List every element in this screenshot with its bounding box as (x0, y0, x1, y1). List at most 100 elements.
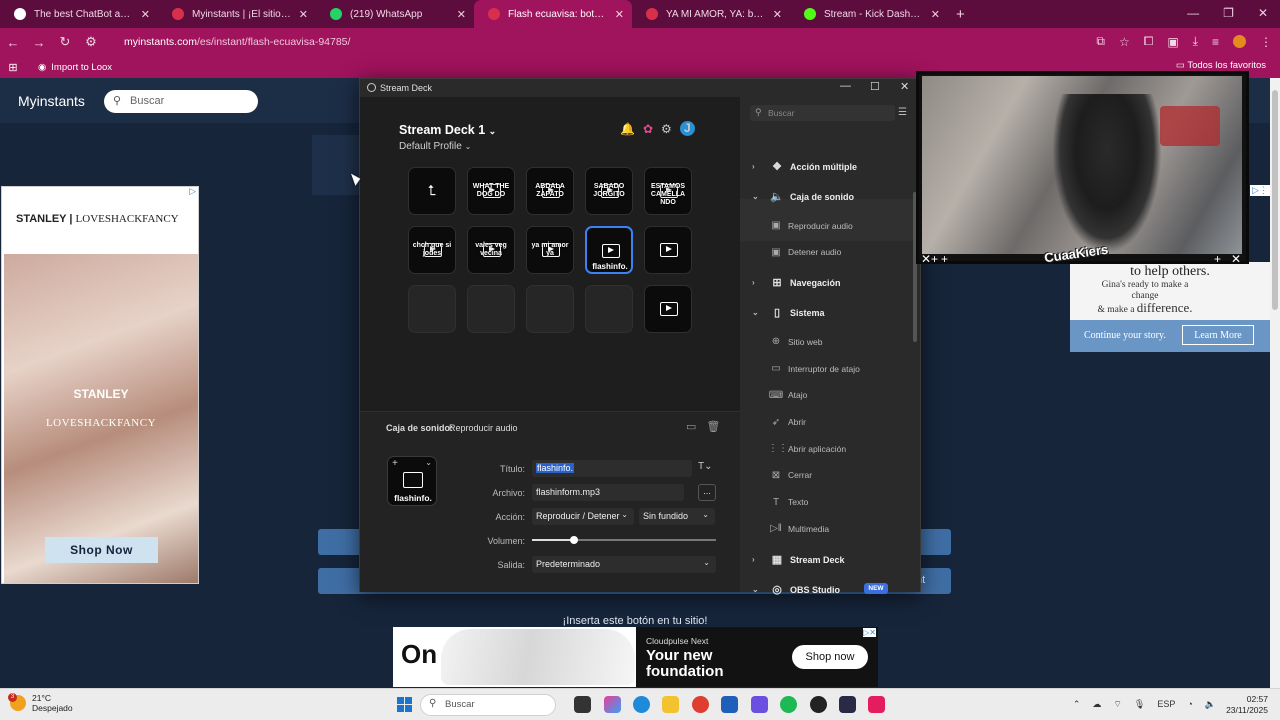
onedrive-icon[interactable]: ☁ (1092, 699, 1101, 710)
menu-icon[interactable]: ⋮ (1260, 35, 1272, 49)
sidebar-category[interactable]: › ⊞ Navegación (752, 276, 841, 289)
empty-key-slot[interactable] (467, 285, 515, 333)
bookmark-import-loox[interactable]: ◉ Import to Loox (38, 62, 112, 73)
close-icon[interactable]: ✕ (299, 8, 308, 21)
obs-icon[interactable] (810, 696, 827, 713)
apps-icon[interactable]: ⊞ (0, 61, 26, 74)
shop-now-button[interactable]: Shop now (792, 645, 868, 669)
sidebar-action-item[interactable]: ▭ Interruptor de atajo (768, 363, 860, 374)
profile-selector[interactable]: Default Profile ⌄ (399, 141, 471, 152)
all-bookmarks[interactable]: ▭ Todos los favoritos (1176, 60, 1266, 71)
sidebar-action-item[interactable]: ⊕ Sitio web (768, 336, 823, 347)
browser-tab[interactable]: The best ChatBot and Widgets ✕ (0, 0, 158, 28)
spotify-icon[interactable] (780, 696, 797, 713)
marketplace-icon[interactable]: ✿ (643, 122, 653, 136)
shop-now-button[interactable]: Shop Now (45, 537, 158, 563)
store-icon[interactable] (721, 696, 738, 713)
key-preview[interactable]: + ⌄ flashinfo. (387, 456, 437, 506)
profile-avatar[interactable] (1233, 35, 1246, 48)
ad-choices-icon[interactable]: ▷ (189, 186, 196, 197)
sound-key[interactable]: WHAT THE DOG DO (467, 167, 515, 215)
minimize-icon[interactable]: — (840, 80, 851, 92)
wifi-icon[interactable]: ◔ (1187, 699, 1192, 710)
sidebar-action-item[interactable]: ▣ Detener audio (768, 247, 841, 258)
chevron-down-icon[interactable]: ⌄ (425, 458, 432, 467)
new-tab-icon[interactable]: + (956, 6, 965, 23)
site-search-input[interactable]: ⚲ Buscar (104, 90, 258, 113)
browser-tab[interactable]: Flash ecuavisa: botón de efecto ✕ (474, 0, 632, 28)
sidebar-category[interactable]: › ❖ Acción múltiple (752, 160, 857, 173)
file-explorer-icon[interactable] (662, 696, 679, 713)
sound-button-area[interactable] (312, 135, 360, 195)
star-icon[interactable]: ☆ (1119, 35, 1130, 49)
minimize-icon[interactable]: — (1187, 6, 1199, 20)
sidebar-category[interactable]: ⌄ ◎ OBS Studio (752, 583, 840, 596)
start-button[interactable] (397, 697, 412, 712)
browser-tab[interactable]: Myinstants | ¡El sitio web de bo ✕ (158, 0, 316, 28)
stream-deck-taskbar-icon[interactable] (839, 696, 856, 713)
scrollbar-thumb[interactable] (1272, 90, 1278, 310)
download-icon[interactable]: ⤓ (1193, 34, 1198, 49)
sidebar-action-item[interactable]: ⌨ Atajo (768, 390, 808, 401)
taskbar-search[interactable]: ⚲ Buscar (420, 694, 556, 716)
chevron-up-icon[interactable]: ⌃ (1073, 699, 1081, 710)
trash-icon[interactable]: 🗑 (706, 420, 720, 433)
plus-icon[interactable]: + (392, 458, 398, 469)
title-field[interactable]: flashinfo. (532, 460, 692, 477)
file-field[interactable]: flashinform.mp3 (532, 484, 684, 501)
tiktok-icon[interactable] (868, 696, 885, 713)
text-format-icon[interactable]: T⌄ (698, 461, 713, 472)
close-icon[interactable]: ✕ (900, 80, 909, 93)
sidebar-category[interactable]: › ▦ Stream Deck (752, 553, 845, 566)
back-key[interactable]: ⮤ (408, 167, 456, 215)
close-icon[interactable]: ✕ (773, 8, 782, 21)
edge-icon[interactable] (633, 696, 650, 713)
site-logo[interactable]: Myinstants (18, 93, 85, 109)
close-icon[interactable]: ✕ (141, 8, 150, 21)
ad-choices-icon[interactable]: ▷✕ (863, 628, 876, 637)
ad-bottom[interactable]: On Cloudpulse Next Your new foundation Sh… (393, 627, 878, 687)
sidebar-category[interactable]: ⌄ 🔈 Caja de sonido (752, 190, 854, 203)
volume-icon[interactable]: 🔈 (1205, 699, 1216, 710)
gear-icon[interactable]: ⚙ (661, 122, 672, 136)
clock[interactable]: 02:57 23/11/2025 (1226, 694, 1268, 716)
copilot-icon[interactable] (604, 696, 621, 713)
sidebar-action-item[interactable]: ⊠ Cerrar (768, 470, 812, 481)
close-icon[interactable]: ✕ (615, 8, 624, 21)
sidebar-action-item[interactable]: ▣ Reproducir audio (768, 220, 852, 231)
network-icon[interactable]: ⌔ (1113, 699, 1121, 710)
task-view-icon[interactable] (574, 696, 591, 713)
output-select[interactable]: Predeterminado ⌄ (532, 556, 716, 573)
sound-key[interactable]: vales veg vecina (467, 226, 515, 274)
url-field[interactable]: myinstants.com/es/instant/flash-ecuavisa… (124, 36, 350, 48)
browser-tab[interactable]: (219) WhatsApp ✕ (316, 0, 474, 28)
browse-button[interactable]: ... (698, 484, 716, 501)
sound-key[interactable] (644, 285, 692, 333)
sidebar-category[interactable]: ⌄ ▯ Sistema (752, 306, 825, 319)
volume-slider[interactable] (532, 536, 716, 544)
close-icon[interactable]: ✕ (1258, 6, 1268, 20)
sound-key[interactable]: chch que si jodes (408, 226, 456, 274)
language-indicator[interactable]: ESP (1157, 699, 1175, 710)
chrome-icon[interactable] (692, 696, 709, 713)
sound-key[interactable] (644, 226, 692, 274)
close-icon[interactable]: ✕ (457, 8, 466, 21)
site-info-icon[interactable]: ⚙ (78, 34, 104, 50)
media-control-icon[interactable]: ≡ (1212, 35, 1219, 49)
list-view-icon[interactable]: ☰ (898, 107, 907, 118)
sound-key[interactable]: ABDALA ZAPATO (526, 167, 574, 215)
page-scrollbar[interactable] (1270, 78, 1280, 688)
weather-widget[interactable]: 3 21°C Despejado (8, 693, 73, 713)
device-selector[interactable]: Stream Deck 1 ⌄ (399, 123, 496, 137)
sidebar-icon[interactable]: ▣ (1167, 35, 1178, 49)
sound-key[interactable]: ESTAMOS CAMELLA NDO (644, 167, 692, 215)
browser-tab[interactable]: Stream - Kick Dashboard ✕ (790, 0, 948, 28)
empty-key-slot[interactable] (526, 285, 574, 333)
sidebar-action-item[interactable]: ▷‖ Multimedia (768, 523, 829, 534)
sidebar-action-item[interactable]: T Texto (768, 497, 808, 508)
close-icon[interactable]: ✕ (931, 8, 940, 21)
discord-icon[interactable] (751, 696, 768, 713)
folder-icon[interactable]: ▭ (686, 420, 696, 433)
sidebar-action-item[interactable]: ➶ Abrir (768, 417, 806, 428)
volume-knob[interactable] (570, 536, 579, 544)
